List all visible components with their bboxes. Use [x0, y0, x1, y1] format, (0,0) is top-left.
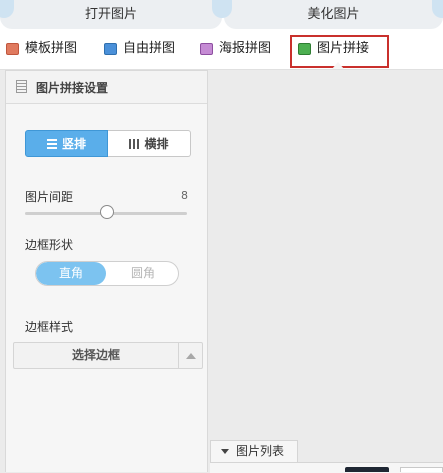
image-list-tab[interactable]: 图片列表 — [210, 440, 298, 462]
select-border-label: 选择边框 — [71, 348, 120, 362]
vertical-layout-button[interactable]: 竖排 — [25, 130, 108, 157]
selected-pointer-arrow — [332, 62, 344, 69]
toolbar-item-label: 自由拼图 — [123, 41, 176, 56]
orientation-segmented-control: 竖排 横排 — [25, 130, 191, 157]
free-collage-icon — [104, 43, 117, 55]
tab-beautify-image[interactable]: 美化图片 — [224, 0, 443, 29]
horizontal-layout-label: 横排 — [144, 137, 169, 151]
top-tab-bar: 打开图片 美化图片 — [0, 0, 443, 31]
poster-collage-icon — [200, 43, 213, 55]
tab-open-image[interactable]: 打开图片 — [0, 0, 222, 29]
spacing-label: 图片间距 — [25, 190, 74, 204]
panel-title: 图片拼接设置 — [36, 81, 109, 95]
toolbar-item-template-collage[interactable]: 模板拼图 — [6, 39, 86, 59]
round-corner-option[interactable]: 圆角 — [108, 262, 178, 285]
spacing-slider-handle[interactable] — [100, 205, 114, 219]
toolbar-item-free-collage[interactable]: 自由拼图 — [104, 39, 184, 59]
document-icon — [16, 80, 27, 93]
template-collage-icon — [6, 43, 19, 55]
chevron-up-icon — [186, 353, 196, 359]
select-arrow[interactable] — [178, 343, 203, 368]
vertical-rows-icon — [46, 139, 57, 149]
border-shape-label: 边框形状 — [25, 238, 74, 252]
border-style-label: 边框样式 — [25, 320, 74, 334]
border-style-select[interactable]: 选择边框 — [13, 342, 203, 369]
toolbar-item-label: 海报拼图 — [219, 41, 272, 56]
horizontal-layout-button[interactable]: 横排 — [108, 130, 191, 157]
horizontal-columns-icon — [129, 139, 140, 149]
image-list-label: 图片列表 — [236, 444, 285, 458]
toolbar-item-label: 模板拼图 — [25, 41, 78, 56]
toolbar-item-poster-collage[interactable]: 海报拼图 — [200, 39, 280, 59]
border-shape-toggle: 直角 圆角 — [35, 261, 179, 286]
splice-settings-panel: 图片拼接设置 竖排 横排 图片间距 8 边框形状 直角 圆角 边框样式 选择边框 — [5, 70, 208, 472]
image-list-bar: 图片列表 — [210, 440, 443, 473]
spacing-value: 8 — [181, 189, 188, 202]
image-thumbnail[interactable] — [345, 467, 389, 472]
panel-header: 图片拼接设置 — [6, 71, 207, 104]
vertical-layout-label: 竖排 — [61, 137, 86, 151]
caret-down-icon — [221, 449, 229, 454]
image-thumbnail[interactable] — [400, 467, 443, 472]
square-corner-option[interactable]: 直角 — [36, 262, 106, 285]
